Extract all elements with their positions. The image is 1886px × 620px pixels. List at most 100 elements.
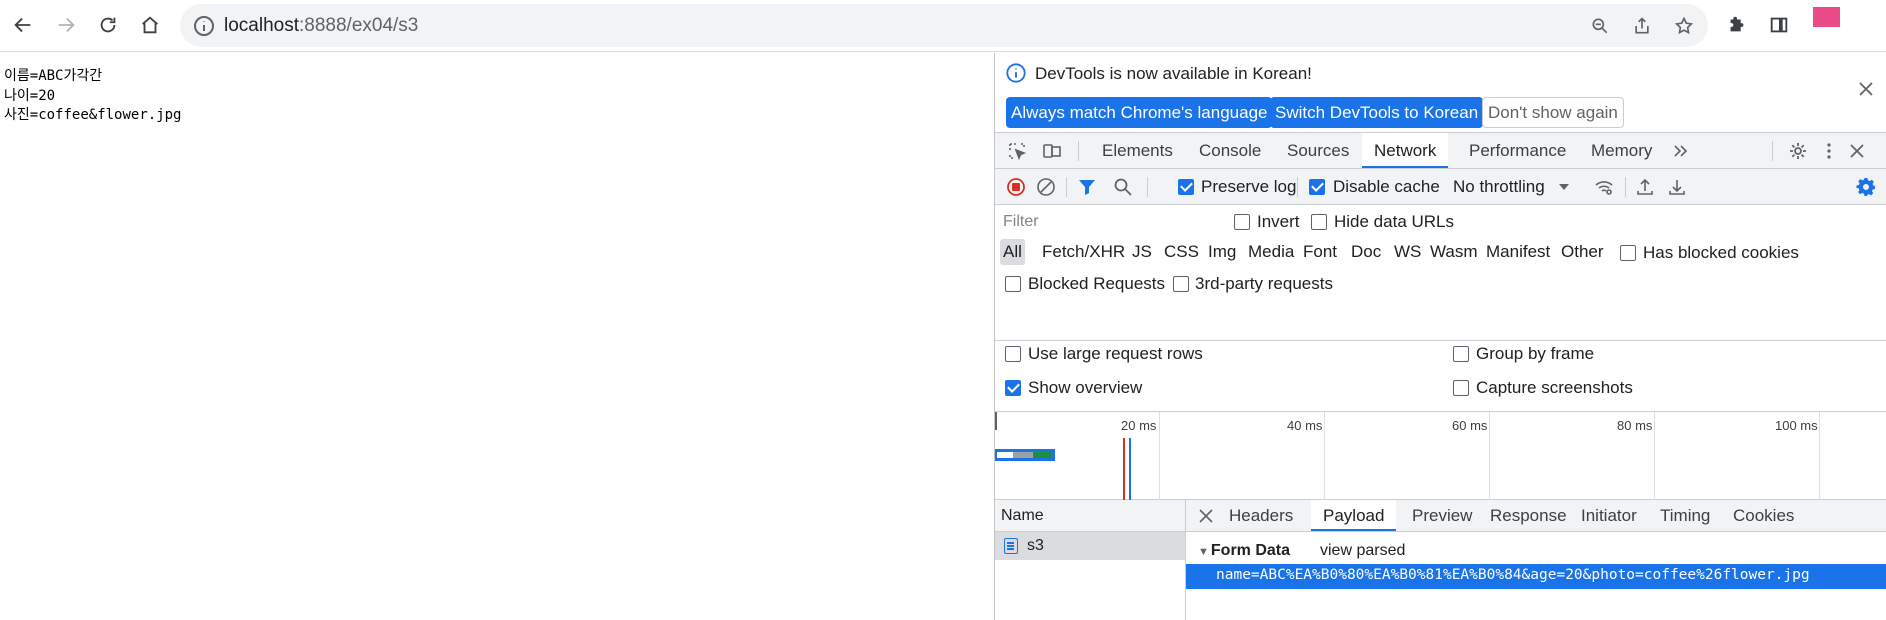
zoom-out-icon[interactable] <box>1587 13 1613 39</box>
close-icon[interactable] <box>1198 508 1214 524</box>
record-stop-icon[interactable] <box>1005 176 1027 198</box>
page-line-name: 이름=ABC가각간 <box>4 68 103 84</box>
tab-headers[interactable]: Headers <box>1229 500 1293 531</box>
form-data-section-header[interactable]: ▼ Form Data view parsed <box>1198 542 1405 560</box>
network-toolbar: Preserve log Disable cache No throttling <box>995 169 1886 205</box>
payload-row[interactable]: name=ABC%EA%B0%80%EA%B0%81%EA%B0%84&age=… <box>1186 564 1886 589</box>
network-settings-pane: Use large request rows Group by frame Sh… <box>995 341 1886 412</box>
grid-line <box>1489 412 1490 500</box>
type-filter-wasm[interactable]: Wasm <box>1430 239 1478 265</box>
type-filter-img[interactable]: Img <box>1208 239 1236 265</box>
type-filter-other[interactable]: Other <box>1561 239 1604 265</box>
profile-avatar[interactable] <box>1813 7 1840 27</box>
tab-initiator[interactable]: Initiator <box>1581 500 1637 531</box>
address-bar[interactable]: localhost:8888/ex04/s3 <box>180 4 1708 47</box>
close-devtools-icon[interactable] <box>1846 140 1868 162</box>
always-match-language-button[interactable]: Always match Chrome's language <box>1006 97 1273 128</box>
triangle-down-icon: ▼ <box>1198 546 1209 558</box>
dom-content-loaded-line <box>1129 438 1131 500</box>
home-icon[interactable] <box>133 8 167 42</box>
tab-memory[interactable]: Memory <box>1591 133 1652 168</box>
divider <box>1066 177 1067 197</box>
type-filter-css[interactable]: CSS <box>1164 239 1199 265</box>
device-toolbar-icon[interactable] <box>1041 140 1063 162</box>
payload-value: name=ABC%EA%B0%80%EA%B0%81%EA%B0%84&age=… <box>1216 567 1810 583</box>
reload-icon[interactable] <box>91 8 125 42</box>
type-filter-doc[interactable]: Doc <box>1351 239 1381 265</box>
element-picker-icon[interactable] <box>1006 140 1028 162</box>
network-conditions-wifi-icon[interactable] <box>1593 176 1615 198</box>
invert-checkbox[interactable] <box>1234 214 1250 230</box>
network-overview-timeline[interactable]: 20 ms 40 ms 60 ms 80 ms 100 ms <box>995 412 1886 500</box>
close-icon[interactable] <box>1857 80 1875 98</box>
tab-timing[interactable]: Timing <box>1660 500 1710 531</box>
network-settings-gear-icon[interactable] <box>1855 176 1877 198</box>
clear-icon[interactable] <box>1035 176 1057 198</box>
tab-response[interactable]: Response <box>1490 500 1567 531</box>
type-filter-manifest[interactable]: Manifest <box>1486 239 1550 265</box>
type-filter-ws[interactable]: WS <box>1394 239 1421 265</box>
url-text[interactable]: localhost:8888/ex04/s3 <box>224 15 418 37</box>
dont-show-again-button[interactable]: Don't show again <box>1482 97 1624 128</box>
tick-label-80ms: 80 ms <box>1617 418 1653 433</box>
view-parsed-link[interactable]: view parsed <box>1320 542 1405 560</box>
back-arrow-icon[interactable] <box>6 8 40 42</box>
large-rows-checkbox[interactable] <box>1005 346 1021 362</box>
side-panel-icon[interactable] <box>1762 8 1796 42</box>
type-filter-media[interactable]: Media <box>1248 239 1294 265</box>
third-party-requests-checkbox[interactable] <box>1173 276 1189 292</box>
more-tabs-chevron-icon[interactable] <box>1670 140 1692 162</box>
show-overview-checkbox[interactable] <box>1005 380 1021 396</box>
forward-arrow-icon[interactable] <box>49 8 83 42</box>
type-filter-js[interactable]: JS <box>1132 239 1152 265</box>
divider <box>1772 141 1773 161</box>
third-party-requests-label: 3rd-party requests <box>1195 274 1333 293</box>
chevron-down-icon[interactable] <box>1553 176 1575 198</box>
group-by-frame-checkbox[interactable] <box>1453 346 1469 362</box>
grid-line <box>1159 412 1160 500</box>
more-options-icon[interactable] <box>1818 140 1840 162</box>
filter-area: Filter Invert Hide data URLs All Fetch/X… <box>995 205 1886 341</box>
filter-input[interactable]: Filter <box>999 211 1211 233</box>
settings-gear-icon[interactable] <box>1787 140 1809 162</box>
blocked-requests-checkbox[interactable] <box>1005 276 1021 292</box>
tick-label-20ms: 20 ms <box>1121 418 1157 433</box>
share-icon[interactable] <box>1629 13 1655 39</box>
extensions-puzzle-icon[interactable] <box>1720 8 1754 42</box>
filter-funnel-icon[interactable] <box>1076 176 1098 198</box>
request-row[interactable]: s3 <box>995 532 1185 560</box>
tab-elements[interactable]: Elements <box>1102 133 1173 168</box>
type-filter-font[interactable]: Font <box>1303 239 1337 265</box>
tab-cookies[interactable]: Cookies <box>1733 500 1794 531</box>
import-har-icon[interactable] <box>1634 176 1656 198</box>
divider <box>1625 177 1626 197</box>
throttling-select[interactable]: No throttling <box>1453 177 1545 197</box>
request-list: Name s3 <box>995 500 1186 620</box>
export-har-icon[interactable] <box>1666 176 1688 198</box>
disable-cache-checkbox[interactable] <box>1309 179 1325 195</box>
tab-preview[interactable]: Preview <box>1412 500 1472 531</box>
preserve-log-checkbox[interactable] <box>1178 179 1194 195</box>
capture-screenshots-checkbox[interactable] <box>1453 380 1469 396</box>
page-content: 이름=ABC가각간 나이=20 사진=coffee&flower.jpg <box>4 67 181 126</box>
bookmark-star-icon[interactable] <box>1671 13 1697 39</box>
url-host: localhost <box>224 15 299 36</box>
hide-data-urls-checkbox[interactable] <box>1311 214 1327 230</box>
tab-sources[interactable]: Sources <box>1287 133 1349 168</box>
site-info-icon[interactable] <box>192 14 216 38</box>
tab-performance[interactable]: Performance <box>1469 133 1566 168</box>
large-rows-label: Use large request rows <box>1028 344 1203 363</box>
document-icon <box>1004 538 1018 554</box>
has-blocked-cookies-checkbox[interactable] <box>1620 245 1636 261</box>
tab-payload[interactable]: Payload <box>1311 500 1397 531</box>
tab-console[interactable]: Console <box>1199 133 1261 168</box>
type-filter-fetch-xhr[interactable]: Fetch/XHR <box>1042 239 1125 265</box>
search-icon[interactable] <box>1112 176 1134 198</box>
tab-network[interactable]: Network <box>1362 133 1449 168</box>
request-detail: Headers Payload Preview Response Initiat… <box>1186 500 1886 620</box>
name-column-header[interactable]: Name <box>995 500 1185 532</box>
show-overview-label: Show overview <box>1028 378 1143 397</box>
switch-to-korean-button[interactable]: Switch DevTools to Korean <box>1270 97 1484 128</box>
type-filter-all[interactable]: All <box>1000 239 1025 265</box>
browser-toolbar: localhost:8888/ex04/s3 <box>0 0 1886 52</box>
